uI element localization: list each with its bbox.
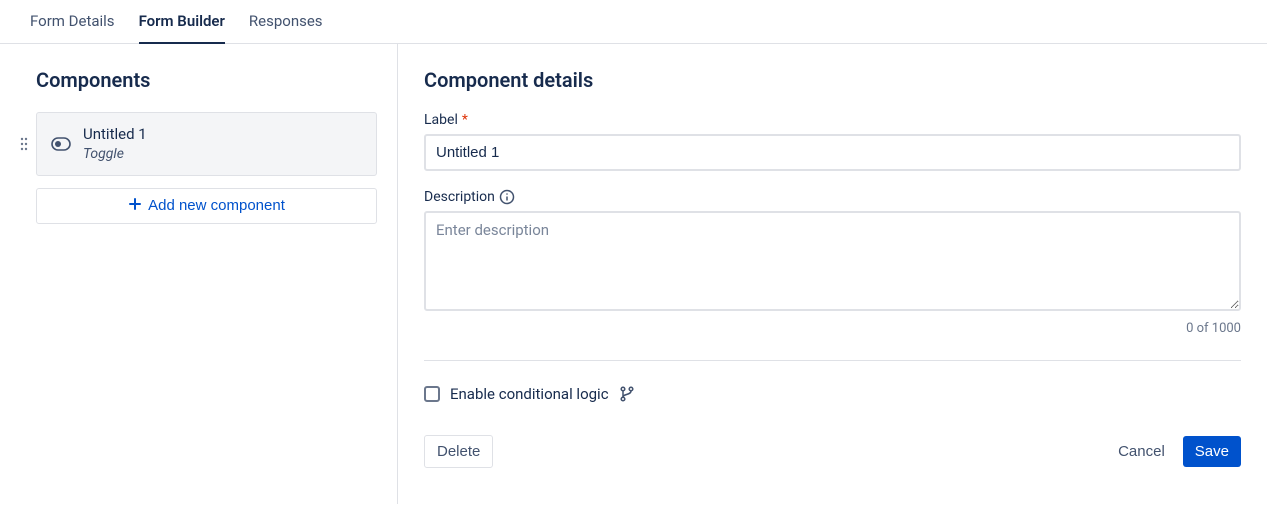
divider xyxy=(424,360,1241,361)
component-type: Toggle xyxy=(83,145,147,163)
info-icon[interactable] xyxy=(499,189,515,205)
details-heading: Component details xyxy=(424,68,1241,92)
description-field-label: Description xyxy=(424,189,1241,205)
component-card[interactable]: Untitled 1 Toggle xyxy=(36,112,377,176)
right-buttons: Cancel Save xyxy=(1106,436,1241,467)
label-field-label: Label * xyxy=(424,112,1241,128)
conditional-logic-label: Enable conditional logic xyxy=(450,385,609,403)
conditional-logic-row: Enable conditional logic xyxy=(424,385,1241,403)
tab-responses[interactable]: Responses xyxy=(249,0,323,44)
plus-icon xyxy=(128,197,142,215)
char-count: 0 of 1000 xyxy=(424,321,1241,336)
action-buttons-row: Delete Cancel Save xyxy=(424,435,1241,468)
label-input[interactable] xyxy=(424,134,1241,171)
drag-handle-icon[interactable] xyxy=(18,137,30,151)
main-layout: Components Untitled 1 Toggl xyxy=(0,44,1267,504)
component-texts: Untitled 1 Toggle xyxy=(83,125,147,163)
tabs-bar: Form Details Form Builder Responses xyxy=(0,0,1267,44)
delete-button[interactable]: Delete xyxy=(424,435,493,468)
add-component-button[interactable]: Add new component xyxy=(36,188,377,224)
components-heading: Components xyxy=(18,68,377,92)
description-input[interactable] xyxy=(424,211,1241,311)
component-title: Untitled 1 xyxy=(83,125,147,145)
toggle-icon xyxy=(51,137,71,151)
component-details-panel: Component details Label * Description 0 … xyxy=(398,44,1267,504)
save-button[interactable]: Save xyxy=(1183,436,1241,467)
description-text: Description xyxy=(424,189,495,205)
branch-icon xyxy=(619,386,635,402)
add-component-label: Add new component xyxy=(148,197,285,214)
cancel-button[interactable]: Cancel xyxy=(1106,436,1177,467)
conditional-logic-checkbox[interactable] xyxy=(424,386,440,402)
tab-form-details[interactable]: Form Details xyxy=(30,0,115,44)
label-text: Label xyxy=(424,112,458,128)
required-indicator: * xyxy=(462,112,468,128)
tab-form-builder[interactable]: Form Builder xyxy=(139,0,225,44)
components-sidebar: Components Untitled 1 Toggl xyxy=(0,44,398,504)
component-row: Untitled 1 Toggle xyxy=(18,112,377,176)
